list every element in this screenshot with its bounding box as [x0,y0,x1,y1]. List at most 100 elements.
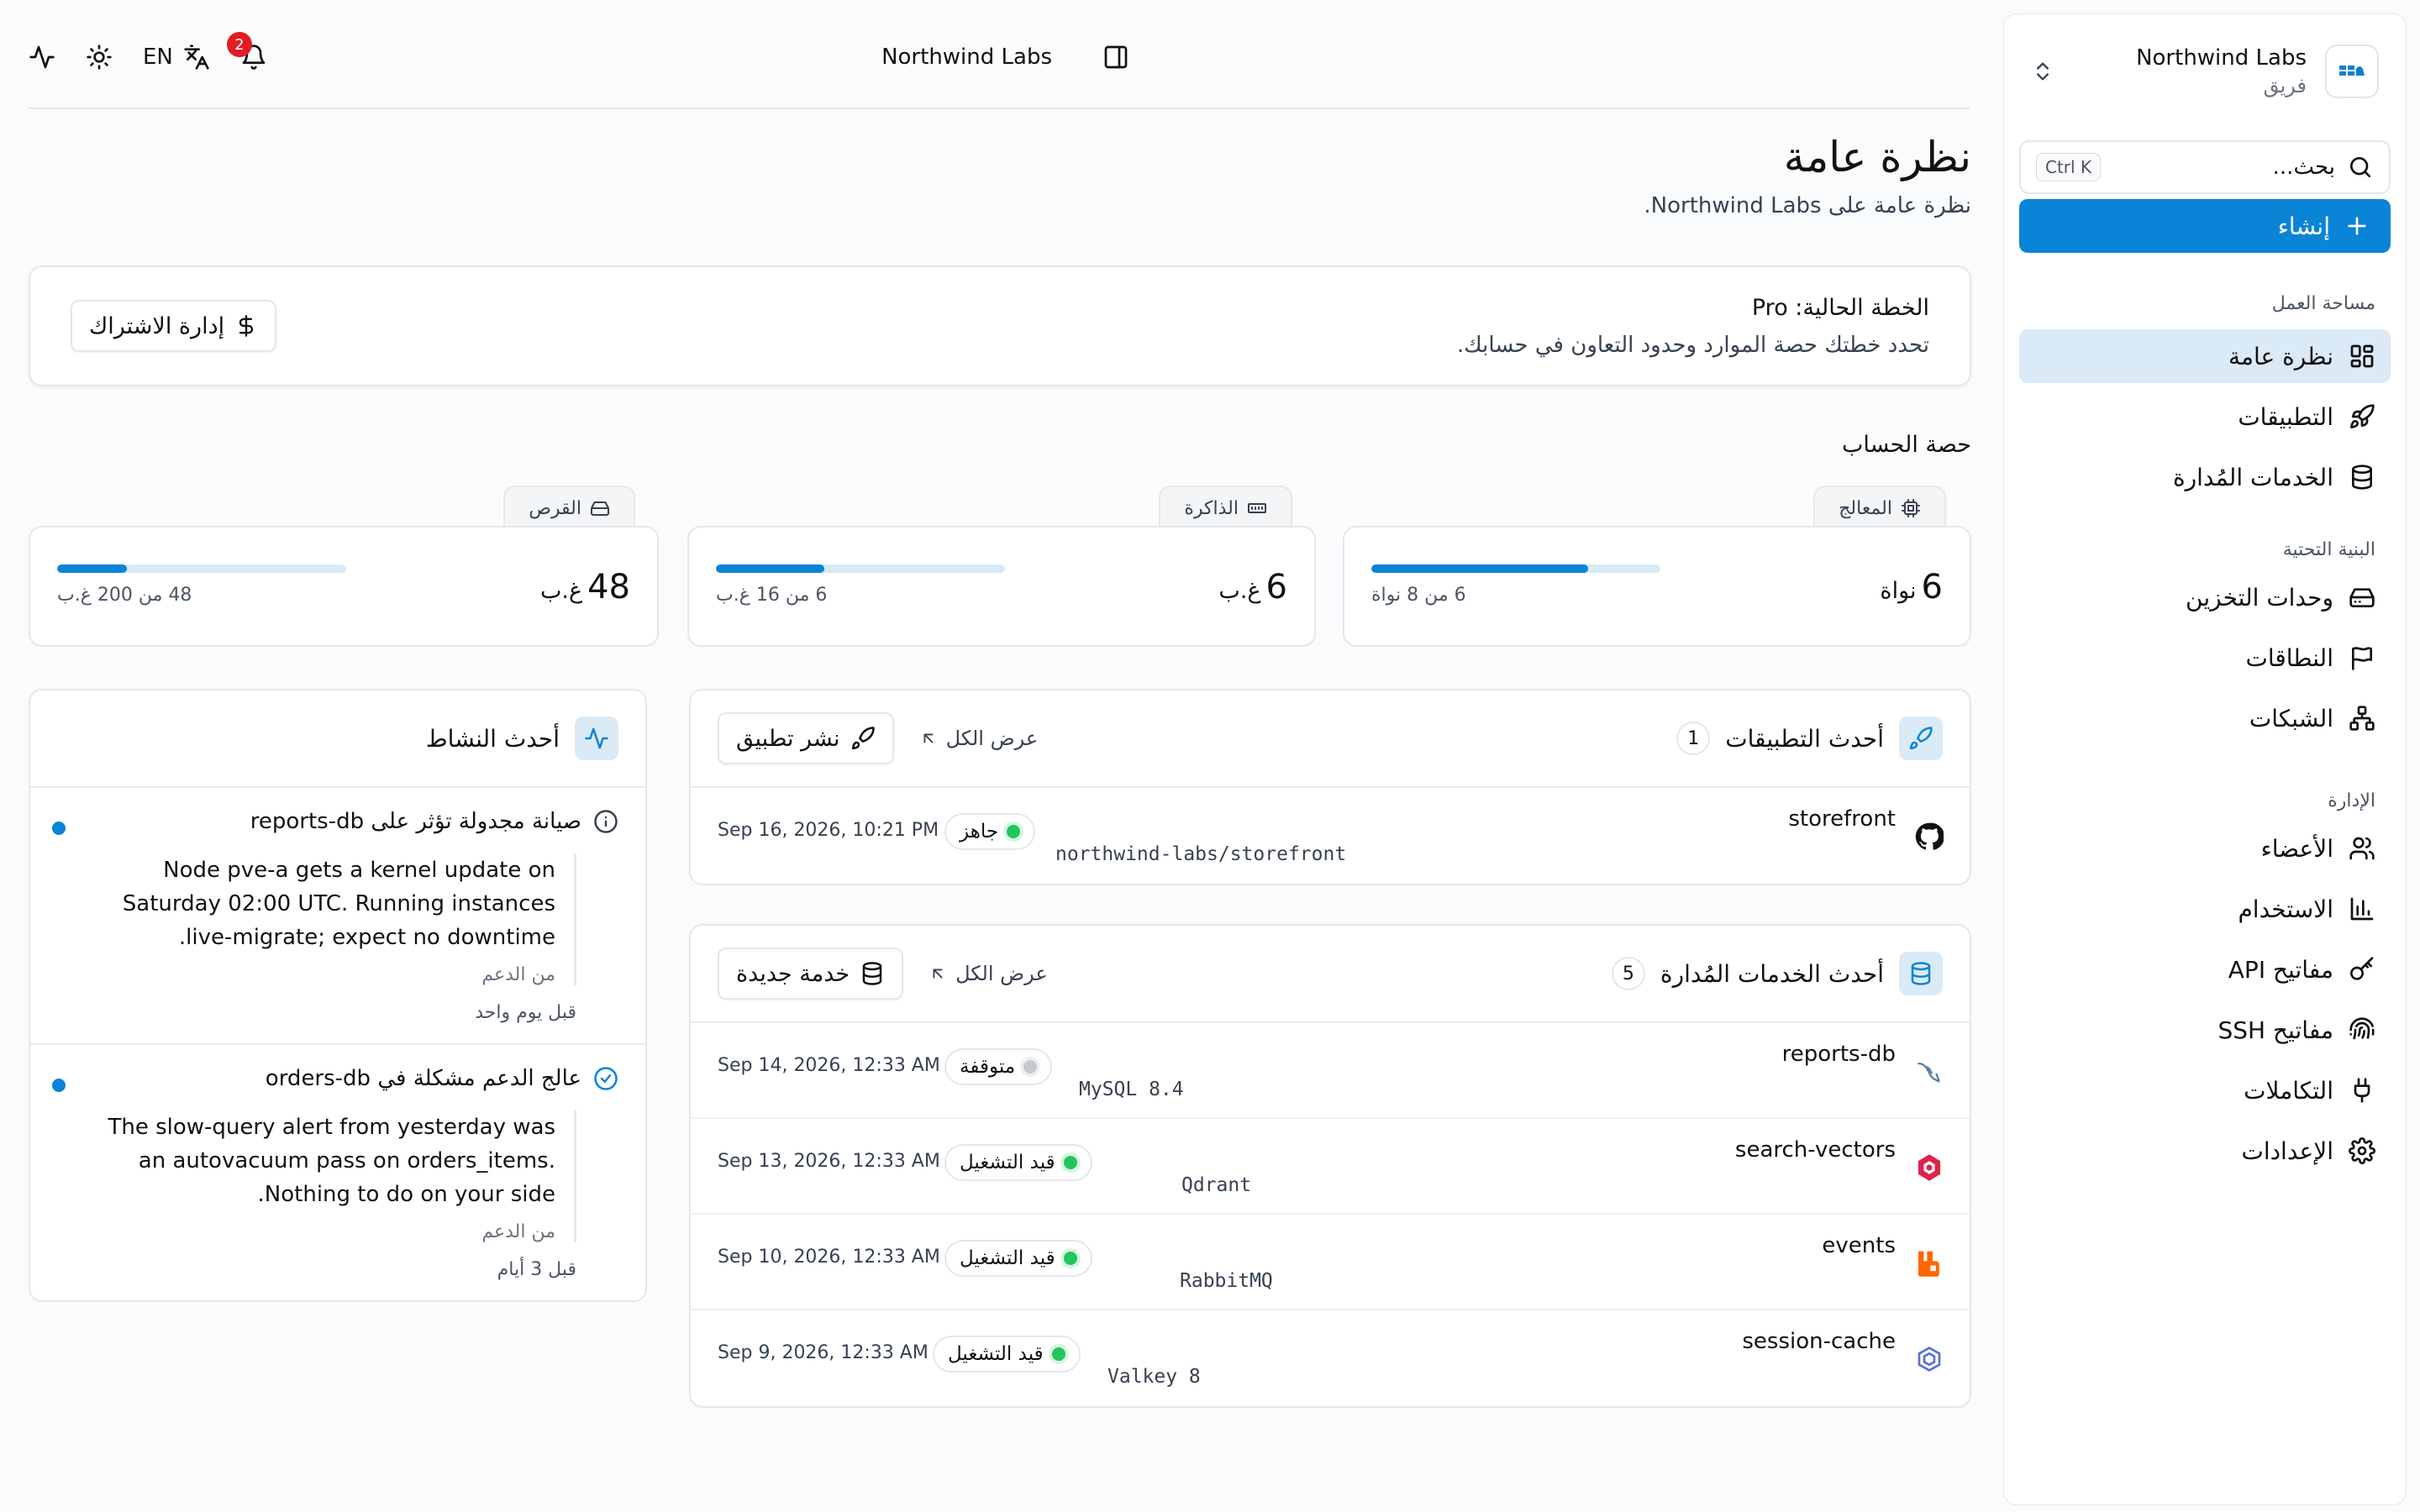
hard-drive-icon [2349,584,2375,611]
managed-services-title: أحدث الخدمات المُدارة [1660,959,1884,988]
quota-label: الذاكرة [1184,497,1239,519]
sidebar-item-apps[interactable]: التطبيقات [2019,390,2391,444]
language-code: EN [143,45,173,70]
gear-icon [2349,1137,2375,1164]
rocket-icon [850,726,876,751]
notification-count-badge: 2 [226,32,252,57]
database-icon [860,961,885,986]
apps-count-badge: 1 [1676,722,1711,755]
nav-section-infra: البنية التحتية [2282,539,2375,560]
plan-description: تحدد خطتك حصة الموارد وحدود التعاون في ح… [1457,332,1929,358]
activity-title: أحدث النشاط [425,724,560,753]
service-date: Sep 13, 2026, 12:33 AM [718,1151,940,1172]
sidebar-item-domains[interactable]: النطاقات [2019,631,2391,685]
recent-apps-title: أحدث التطبيقات [1725,724,1884,753]
cpu-icon [1901,498,1921,518]
status-dot [1063,1252,1077,1265]
network-icon [2349,705,2375,732]
quota-value-unit: غ.ب [1218,578,1261,604]
quota-usage-text: 48 من 200 غ.ب [57,585,192,606]
table-row[interactable]: search-vectors Qdrant قيد التشغيل Sep 13… [691,1119,1970,1215]
mysql-icon [1914,1057,1944,1087]
service-engine: MySQL 8.4 [1079,1079,1184,1100]
quota-usage-text: 6 من 16 غ.ب [716,585,828,606]
table-row[interactable]: storefront northwind-labs/storefront جاه… [691,788,1970,884]
search-icon [2347,154,2374,181]
activity-text: Node pve-a gets a kernel update on Satur… [122,858,555,950]
quota-value-unit: غ.ب [539,578,583,604]
table-row[interactable]: events RabbitMQ قيد التشغيل Sep 10, 2026… [691,1215,1970,1310]
language-switcher[interactable]: EN [143,44,210,71]
team-name: Northwind Labs [2136,45,2307,71]
activity-title-text: صيانة مجدولة تؤثر على reports-db [250,809,581,834]
activity-panel: أحدث النشاط صيانة مجدولة تؤثر على report… [29,689,647,1302]
activity-source: من الدعم [481,1221,555,1242]
activity-icon[interactable] [29,44,55,71]
new-service-button[interactable]: خدمة جديدة [718,948,904,1000]
list-item[interactable]: صيانة مجدولة تؤثر على reports-db Node pv… [30,788,645,1045]
rocket-icon [2349,403,2375,430]
sidebar-item-label: التطبيقات [2238,402,2333,431]
app-repo: northwind-labs/storefront [1055,843,1347,865]
page-subtitle: نظرة عامة على Northwind Labs. [1644,193,1971,218]
new-service-label: خدمة جديدة [736,960,850,987]
sidebar-item-label: الخدمات المُدارة [2172,463,2333,491]
sidebar-item-usage[interactable]: الاستخدام [2019,882,2391,936]
quota-card-memory: 6غ.ب 6 من 16 غ.ب [687,526,1316,647]
sun-icon[interactable] [86,44,113,71]
quota-value-number: 48 [587,568,630,606]
notifications-button[interactable]: 2 [226,32,267,71]
sidebar-item-label: النطاقات [2245,643,2333,672]
recent-apps-header: أحدث التطبيقات 1 عرض الكل نشر تطبيق [691,690,1970,788]
sidebar-item-ssh-keys[interactable]: مفاتيح SSH [2019,1003,2391,1057]
search-input[interactable]: بحث... Ctrl K [2019,140,2391,194]
service-date: Sep 14, 2026, 12:33 AM [718,1055,940,1076]
arrow-up-left-icon [929,964,947,983]
recent-apps-actions: عرض الكل نشر تطبيق [718,712,1038,764]
status-dot [1063,1156,1077,1169]
manage-subscription-button[interactable]: إدارة الاشتراك [71,300,277,352]
check-circle-icon [593,1066,618,1091]
sidebar-toggle-icon[interactable] [1102,44,1129,71]
service-name: session-cache [1742,1329,1896,1354]
sidebar-item-overview[interactable]: نظرة عامة [2019,329,2391,383]
grid-icon [2349,343,2375,370]
plan-info: الخطة الحالية: Pro تحدد خطتك حصة الموارد… [276,295,1929,358]
deploy-app-button[interactable]: نشر تطبيق [718,712,894,764]
sidebar-item-settings[interactable]: الإعدادات [2019,1124,2391,1178]
brand-name: Northwind Labs [881,45,1052,70]
quota-value-unit: نواة [1880,578,1917,604]
status-label: قيد التشغيل [948,1343,1044,1365]
sidebar-item-networks[interactable]: الشبكات [2019,691,2391,745]
valkey-icon [1914,1344,1944,1374]
team-switcher[interactable]: Northwind Labs فريق [2019,31,2391,112]
status-badge: قيد التشغيل [944,1240,1092,1277]
search-placeholder: بحث... [2272,155,2335,180]
activity-item-title: عالج الدعم مشكلة في orders-db [57,1062,618,1095]
app-name: storefront [1788,806,1896,832]
quota-value: 6غ.ب [1218,568,1287,606]
sidebar-item-label: الاستخدام [2238,895,2333,923]
managed-services-header: أحدث الخدمات المُدارة 5 عرض الكل خدمة جد… [691,926,1970,1023]
sidebar-item-managed-services[interactable]: الخدمات المُدارة [2019,450,2391,504]
sidebar-item-integrations[interactable]: التكاملات [2019,1063,2391,1117]
table-row[interactable]: reports-db MySQL 8.4 متوقفة Sep 14, 2026… [691,1023,1970,1119]
services-view-all-link[interactable]: عرض الكل [929,962,1048,985]
sidebar-item-label: الإعدادات [2241,1137,2333,1165]
table-row[interactable]: session-cache Valkey 8 قيد التشغيل Sep 9… [691,1310,1970,1406]
quota-usage-text: 6 من 8 نواة [1371,585,1466,606]
sidebar-item-members[interactable]: الأعضاء [2019,822,2391,875]
list-item[interactable]: عالج الدعم مشكلة في orders-db The slow-q… [30,1045,645,1300]
info-icon [593,809,618,834]
plus-icon [2344,213,2370,239]
sidebar-item-api-keys[interactable]: مفاتيح API [2019,942,2391,996]
create-button[interactable]: إنشاء [2019,199,2391,253]
service-date: Sep 10, 2026, 12:33 AM [718,1247,940,1268]
apps-view-all-link[interactable]: عرض الكل [919,727,1039,750]
view-all-label: عرض الكل [945,727,1039,750]
sidebar-item-storage[interactable]: وحدات التخزين [2019,570,2391,624]
activity-item-title: صيانة مجدولة تؤثر على reports-db [57,805,618,838]
users-icon [2349,835,2375,862]
rabbitmq-icon [1914,1248,1944,1278]
quota-tab-cpu: المعالج [1813,486,1946,529]
